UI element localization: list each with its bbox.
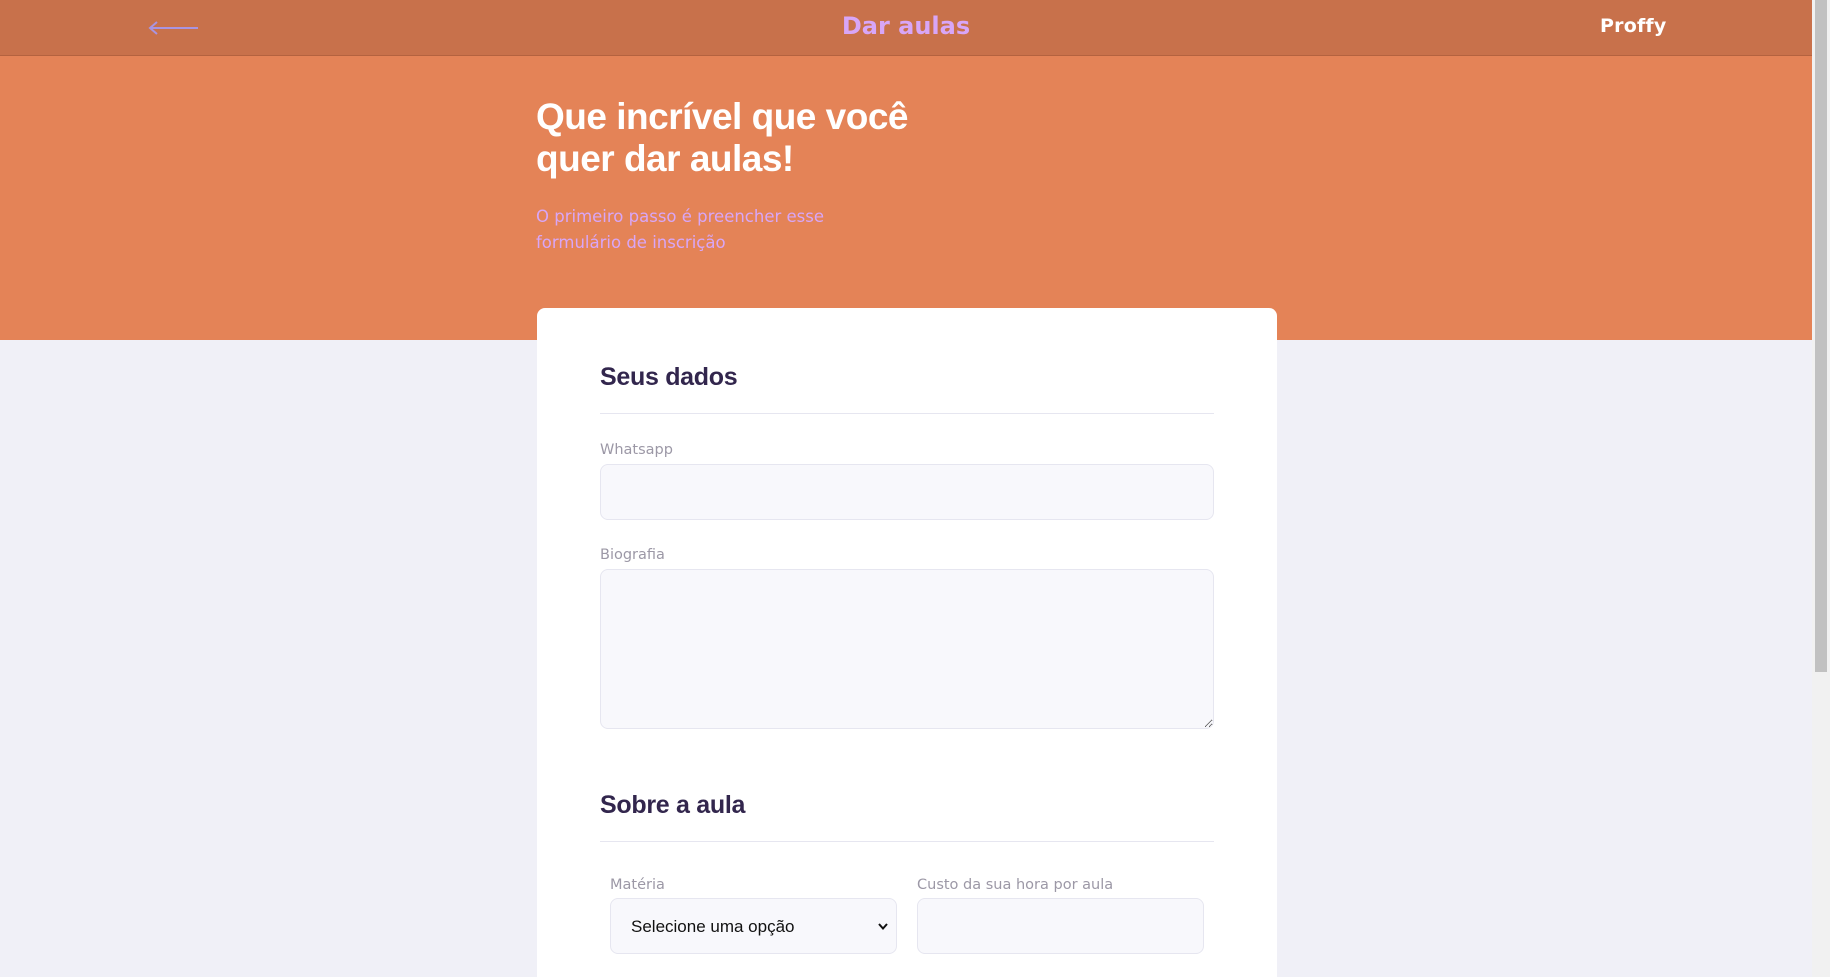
whatsapp-label: Whatsapp <box>600 442 673 458</box>
proffy-logo[interactable]: Proffy <box>1600 15 1666 37</box>
subject-selected-value: Selecione uma opção <box>631 917 795 936</box>
scrollbar-thumb[interactable] <box>1815 0 1827 672</box>
hero-subtitle-line2: formulário de inscrição <box>536 233 726 252</box>
cost-label: Custo da sua hora por aula <box>917 877 1114 893</box>
hero-banner: Que incrível que você quer dar aulas! O … <box>0 56 1812 340</box>
hero-heading-line1: Que incrível que você <box>536 96 908 137</box>
whatsapp-input[interactable] <box>600 464 1214 520</box>
subject-label: Matéria <box>610 877 665 893</box>
top-bar: Dar aulas Proffy <box>0 0 1812 56</box>
cost-input[interactable] <box>917 898 1204 954</box>
section-title-class: Sobre a aula <box>600 791 746 819</box>
subject-select[interactable]: Selecione uma opção <box>610 898 897 954</box>
hero-subtitle: O primeiro passo é preencher esse formul… <box>536 204 836 256</box>
section-divider <box>600 413 1214 414</box>
page-title: Dar aulas <box>841 12 971 40</box>
hero-heading: Que incrível que você quer dar aulas! <box>536 96 956 180</box>
section-title-personal: Seus dados <box>600 363 738 391</box>
bio-label: Biografia <box>600 547 665 563</box>
section-divider <box>600 841 1214 842</box>
chevron-down-icon <box>878 923 888 931</box>
hero-heading-line2: quer dar aulas! <box>536 138 794 179</box>
hero-subtitle-line1: O primeiro passo é preencher esse <box>536 207 825 226</box>
bio-textarea[interactable] <box>600 569 1214 729</box>
registration-form: Seus dados Whatsapp Biografia Sobre a au… <box>537 308 1277 977</box>
